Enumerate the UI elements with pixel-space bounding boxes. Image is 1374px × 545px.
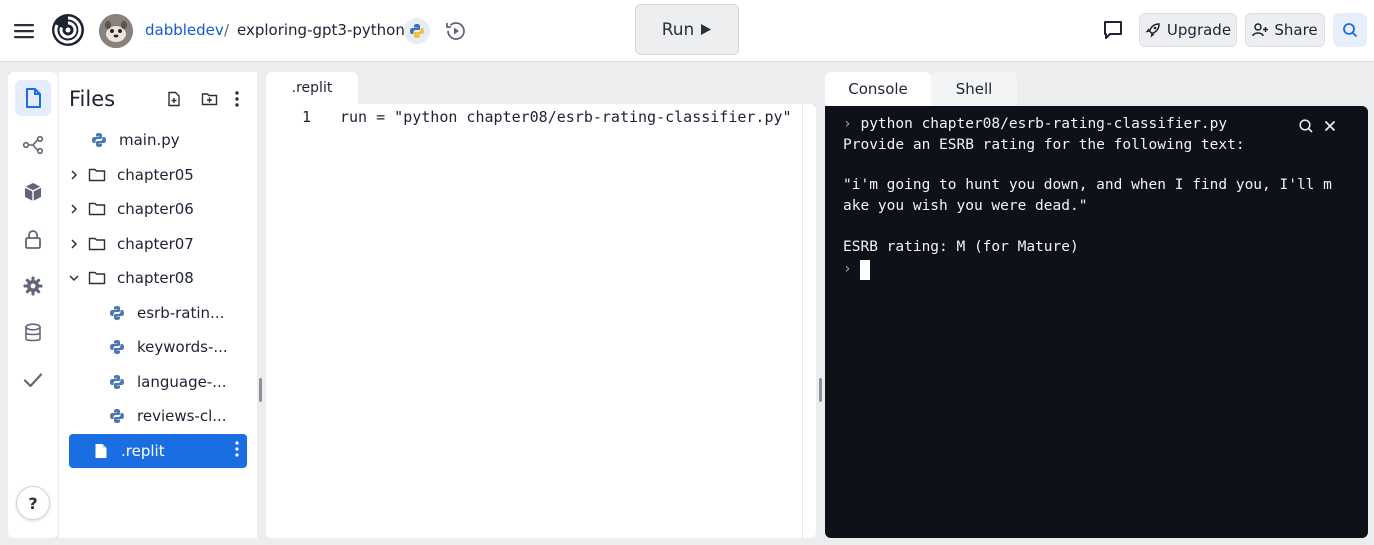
console-command: python chapter08/esrb-rating-classifier.…	[860, 116, 1228, 132]
gear-icon[interactable]	[15, 268, 51, 304]
play-icon	[700, 23, 712, 36]
python-icon	[107, 337, 127, 357]
upgrade-button[interactable]: Upgrade	[1139, 13, 1237, 47]
line-number: 1	[302, 108, 312, 126]
folder-icon	[87, 268, 107, 288]
files-menu-icon[interactable]	[226, 88, 248, 110]
chat-icon[interactable]	[1102, 19, 1124, 41]
console-line: ake you wish you were dead."	[843, 198, 1088, 214]
git-branch-icon[interactable]	[15, 127, 51, 163]
search-button[interactable]	[1333, 13, 1367, 47]
console-line: Provide an ESRB rating for the following…	[843, 137, 1245, 153]
history-icon[interactable]	[443, 18, 469, 44]
chevron-right-icon	[67, 202, 81, 216]
folder-icon	[87, 165, 107, 185]
upgrade-label: Upgrade	[1166, 21, 1232, 39]
close-icon[interactable]	[1322, 118, 1338, 134]
python-icon	[107, 406, 127, 426]
python-icon[interactable]	[404, 18, 430, 44]
tab-shell[interactable]: Shell	[931, 72, 1017, 106]
file-label: main.py	[119, 131, 180, 149]
file-label: esrb-ratin...	[137, 304, 225, 322]
console-command-line: › python chapter08/esrb-rating-classifie…	[843, 116, 1227, 132]
file-menu-icon[interactable]	[235, 441, 239, 457]
resize-handle-left[interactable]	[259, 378, 262, 402]
python-icon	[107, 303, 127, 323]
run-label: Run	[661, 19, 695, 40]
folder-icon	[87, 234, 107, 254]
console-output[interactable]: › python chapter08/esrb-rating-classifie…	[825, 106, 1368, 538]
database-icon[interactable]	[15, 315, 51, 351]
folder-icon	[87, 199, 107, 219]
avatar[interactable]	[99, 14, 133, 48]
folder-label: chapter07	[117, 235, 194, 253]
folder-item[interactable]: chapter05	[67, 160, 249, 190]
run-button[interactable]: Run	[635, 4, 739, 55]
file-label: language-...	[137, 373, 227, 391]
files-panel: Files main.py chapter05 chapter06 chapte…	[59, 72, 257, 538]
search-icon	[1342, 22, 1358, 38]
folder-label: chapter08	[117, 269, 194, 287]
chevron-right-icon	[67, 237, 81, 251]
breadcrumb-separator: /	[224, 21, 230, 39]
folder-label: chapter06	[117, 200, 194, 218]
folder-item[interactable]: chapter08	[67, 263, 249, 293]
prompt-icon: ›	[843, 116, 852, 132]
repo-name[interactable]: exploring-gpt3-python	[237, 21, 405, 39]
rocket-icon	[1145, 22, 1161, 38]
file-item[interactable]: language-...	[67, 367, 249, 397]
new-folder-icon[interactable]	[198, 88, 220, 110]
terminal-cursor	[860, 260, 870, 280]
file-item[interactable]: esrb-ratin...	[67, 298, 249, 328]
new-file-icon[interactable]	[163, 88, 185, 110]
chevron-right-icon	[67, 168, 81, 182]
chevron-down-icon	[67, 271, 81, 285]
file-item[interactable]: reviews-cl...	[67, 401, 249, 431]
file-icon	[91, 441, 111, 461]
console-line: ESRB rating: M (for Mature)	[843, 239, 1079, 255]
file-item-selected[interactable]: .replit	[69, 434, 247, 468]
share-button[interactable]: Share	[1245, 13, 1325, 47]
share-label: Share	[1274, 21, 1318, 39]
file-item[interactable]: main.py	[67, 125, 249, 155]
check-icon[interactable]	[15, 362, 51, 398]
files-icon[interactable]	[15, 80, 51, 116]
add-user-icon	[1252, 22, 1269, 38]
owner-link[interactable]: dabbledev	[145, 21, 224, 39]
code-editor[interactable]: 1 run = "python chapter08/esrb-rating-cl…	[266, 104, 816, 538]
search-icon[interactable]	[1298, 118, 1314, 134]
editor-scrollbar[interactable]	[802, 104, 803, 538]
replit-logo-icon[interactable]	[50, 12, 86, 48]
prompt-icon: ›	[843, 261, 852, 277]
files-title: Files	[69, 87, 116, 111]
python-icon	[107, 372, 127, 392]
python-icon	[89, 130, 109, 150]
folder-item[interactable]: chapter07	[67, 229, 249, 259]
packages-icon[interactable]	[15, 174, 51, 210]
resize-handle-right[interactable]	[819, 378, 822, 402]
console-line: "i'm going to hunt you down, and when I …	[843, 177, 1332, 193]
folder-label: chapter05	[117, 166, 194, 184]
code-line[interactable]: run = "python chapter08/esrb-rating-clas…	[340, 108, 792, 126]
help-button[interactable]: ?	[16, 486, 50, 520]
folder-item[interactable]: chapter06	[67, 194, 249, 224]
file-label: .replit	[121, 442, 165, 460]
menu-icon[interactable]	[12, 19, 36, 43]
file-label: keywords-...	[137, 338, 228, 356]
lock-icon[interactable]	[15, 221, 51, 257]
tab-console[interactable]: Console	[825, 72, 931, 106]
file-label: reviews-cl...	[137, 407, 227, 425]
tool-rail	[8, 72, 58, 538]
file-item[interactable]: keywords-...	[67, 332, 249, 362]
tab-replit[interactable]: .replit	[266, 72, 358, 104]
